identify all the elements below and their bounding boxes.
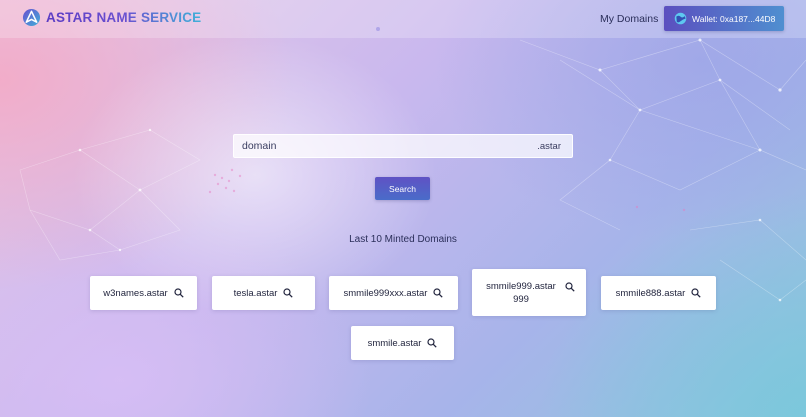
tld-suffix: .astar: [537, 141, 561, 152]
domain-search-box: .astar: [233, 134, 573, 158]
top-navigation-bar: ASTAR NAME SERVICE My Domains Wallet: 0x…: [0, 0, 806, 38]
domain-card-smmile[interactable]: smmile.astar: [351, 326, 454, 360]
domain-name: w3names.astar: [103, 287, 168, 299]
domain-card-w3names[interactable]: w3names.astar: [90, 276, 197, 310]
domain-card-smmile999[interactable]: smmile999.astar 999: [472, 269, 586, 316]
wallet-label: Wallet: 0xa187...44D8: [692, 13, 776, 24]
wallet-button[interactable]: Wallet: 0xa187...44D8: [664, 6, 784, 31]
search-icon: [427, 338, 438, 348]
search-button[interactable]: Search: [375, 177, 430, 200]
domain-name: smmile.astar: [367, 337, 422, 349]
domain-search-input[interactable]: [234, 135, 524, 157]
search-icon: [691, 288, 702, 298]
domain-name: smmile999.astar 999: [486, 281, 556, 305]
search-icon: [174, 288, 184, 298]
globe-icon: [674, 12, 687, 25]
domain-name: smmile999xxx.astar: [343, 287, 428, 299]
domain-name: tesla.astar: [233, 287, 278, 299]
search-icon: [433, 288, 444, 298]
brand-name: ASTAR NAME SERVICE: [46, 10, 202, 25]
last-minted-title: Last 10 Minted Domains: [349, 234, 457, 245]
search-icon: [565, 282, 575, 292]
brand[interactable]: ASTAR NAME SERVICE: [22, 8, 201, 27]
domain-card-smmile999xxx[interactable]: smmile999xxx.astar: [329, 276, 458, 310]
astar-logo-icon: [22, 8, 41, 27]
domain-name: smmile888.astar: [615, 287, 686, 299]
domain-card-smmile888[interactable]: smmile888.astar: [601, 276, 716, 310]
domain-card-tesla[interactable]: tesla.astar: [212, 276, 315, 310]
my-domains-link[interactable]: My Domains: [600, 13, 658, 25]
search-icon: [283, 288, 294, 298]
